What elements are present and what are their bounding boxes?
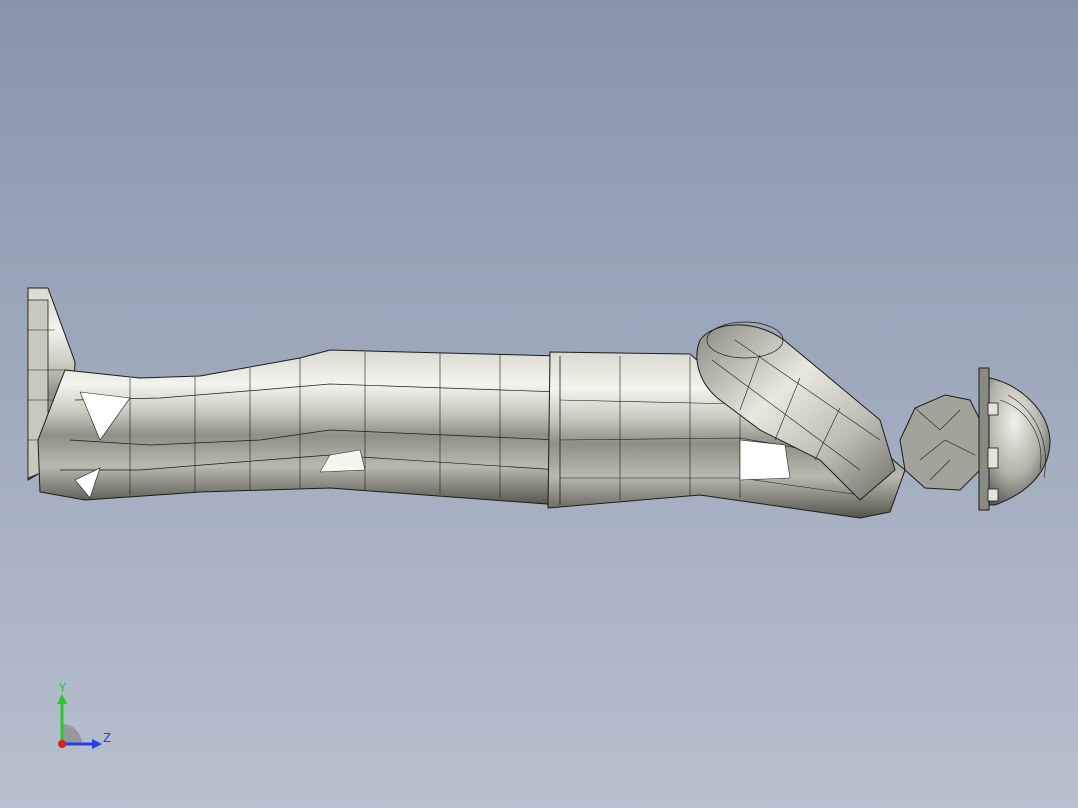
head [899, 394, 986, 491]
mesh-figure-model[interactable] [0, 0, 1078, 808]
triad-plane-icon [62, 724, 82, 744]
x-axis-icon [58, 740, 66, 748]
z-axis-arrow-icon [92, 739, 102, 749]
legs [37, 349, 561, 506]
coordinate-triad: Y Z [57, 681, 111, 749]
y-axis-label: Y [58, 681, 67, 695]
graphics-viewport[interactable]: Y Z [0, 0, 1078, 808]
z-axis-label: Z [103, 731, 111, 745]
hard-hat [978, 367, 1051, 511]
y-axis-arrow-icon [57, 694, 67, 704]
